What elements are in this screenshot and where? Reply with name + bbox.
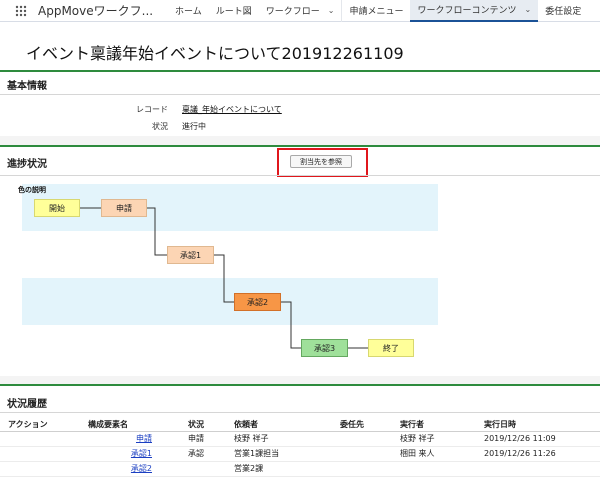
section-divider [0,384,600,386]
table-row: 申請 申請 枝野 祥子 枝野 祥子 2019/12/26 11:09 [0,431,600,447]
top-navigation: AppMoveワークフ... ホーム ルート図 ワークフロー ⌄ 申請メニュー ワ… [0,0,600,22]
cell-status: 承認 [180,446,226,462]
diagram-band [22,184,438,231]
cell-delegate [332,446,392,462]
table-row: 承認2 営業2課 [0,461,600,477]
section-divider [0,145,600,147]
cell-action [0,461,80,477]
table-row: 承認1 承認 営業1課担当 梱田 来人 2019/12/26 11:26 [0,446,600,462]
col-datetime: 実行日時 [476,418,600,432]
nav-label-workflow-contents: ワークフローコンテンツ [417,6,517,16]
nav-item-workflow[interactable]: ワークフロー ⌄ [259,0,342,22]
nav-label-application-menu: 申請メニュー [349,7,404,17]
cell-datetime: 2019/12/26 11:26 [476,446,600,462]
cell-datetime [476,461,600,477]
color-legend-title: 色の説明 [18,186,46,194]
nav-label-route-map: ルート図 [215,7,252,17]
col-executor: 実行者 [392,418,476,432]
section-spacer [0,136,600,145]
record-link[interactable]: 稟議_年始イベントについて [182,104,282,115]
col-element: 構成要素名 [80,418,180,432]
col-status: 状況 [180,418,226,432]
nav-item-application-menu[interactable]: 申請メニュー [342,0,410,22]
table-header-row: アクション 構成要素名 状況 依頼者 委任先 実行者 実行日時 [0,418,600,432]
highlight-box [277,148,368,177]
basic-info-header: 基本情報 [7,81,47,92]
nav-item-delegation-settings[interactable]: 委任設定 [538,0,588,22]
cell-status [180,461,226,477]
status-value: 進行中 [182,122,206,131]
cell-datetime: 2019/12/26 11:09 [476,431,600,447]
cell-delegate [332,461,392,477]
col-requester: 依頼者 [226,418,332,432]
cell-executor [392,461,476,477]
cell-status: 申請 [180,431,226,447]
node-apply[interactable]: 申請 [101,199,147,217]
progress-header: 進捗状況 [7,159,47,170]
nav-item-home[interactable]: ホーム [168,0,209,22]
nav-label-home: ホーム [175,7,202,17]
history-table: アクション 構成要素名 状況 依頼者 委任先 実行者 実行日時 申請 申請 枝野… [0,418,600,477]
node-approve3[interactable]: 承認3 [301,339,348,357]
nav-label-delegation-settings: 委任設定 [545,7,582,17]
status-label: 状況 [152,122,168,131]
app-name: AppMoveワークフ... [38,4,154,18]
node-end[interactable]: 終了 [368,339,414,357]
nav-item-route-map[interactable]: ルート図 [209,0,259,22]
node-start[interactable]: 開始 [34,199,80,217]
element-link[interactable]: 申請 [136,434,152,443]
nav-item-workflow-contents[interactable]: ワークフローコンテンツ ⌄ [410,0,539,22]
section-underline [0,175,600,176]
cell-element: 申請 [80,431,180,447]
history-header: 状況履歴 [7,399,47,410]
cell-action [0,446,80,462]
section-spacer [0,376,600,384]
section-underline [0,412,600,413]
record-label: レコード [136,105,168,114]
section-divider [0,70,600,72]
col-action: アクション [0,418,80,432]
page-title: イベント稟議年始イベントについて201912261109 [26,44,404,63]
cell-requester: 営業1課担当 [226,446,332,462]
cell-requester: 営業2課 [226,461,332,477]
diagram-band [22,278,438,325]
cell-executor: 梱田 来人 [392,446,476,462]
nav-label-workflow: ワークフロー [265,7,320,17]
cell-action [0,431,80,447]
node-approve1[interactable]: 承認1 [167,246,214,264]
cell-executor: 枝野 祥子 [392,431,476,447]
section-underline [0,94,600,95]
cell-requester: 枝野 祥子 [226,431,332,447]
cell-element: 承認1 [80,446,180,462]
node-approve2[interactable]: 承認2 [234,293,281,311]
chevron-down-icon[interactable]: ⌄ [525,5,532,14]
chevron-down-icon[interactable]: ⌄ [328,6,335,15]
cell-element: 承認2 [80,461,180,477]
app-launcher-icon[interactable] [10,0,32,22]
col-delegate: 委任先 [332,418,392,432]
cell-delegate [332,431,392,447]
element-link[interactable]: 承認1 [131,449,152,458]
element-link[interactable]: 承認2 [131,464,152,473]
